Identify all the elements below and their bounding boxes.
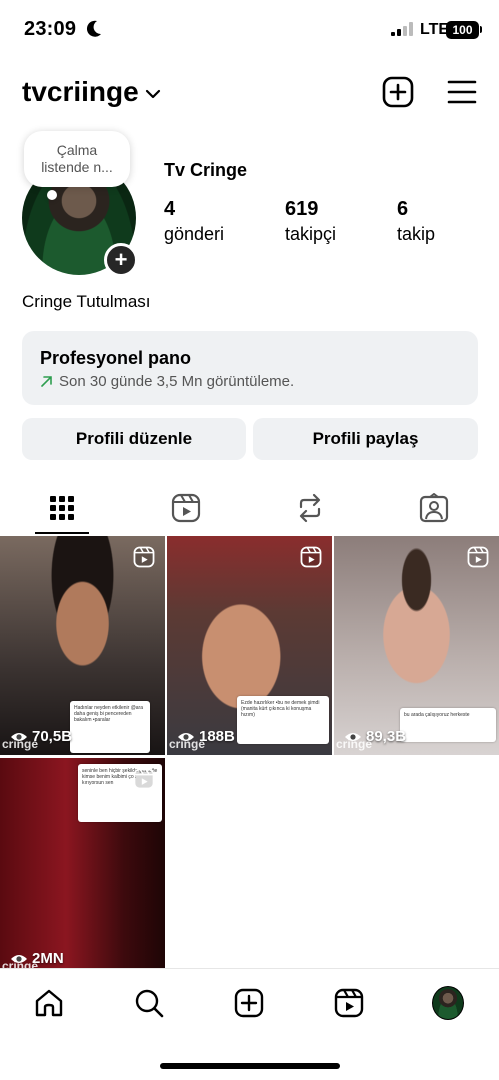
- network-type: LTE: [420, 21, 450, 38]
- nav-home[interactable]: [33, 987, 65, 1019]
- reel-icon: [300, 546, 322, 568]
- pro-dashboard-title: Profesyonel pano: [40, 348, 192, 368]
- pro-dashboard-subtitle: Son 30 günde 3,5 Mn görüntüleme.: [40, 373, 294, 390]
- watermark: cringe: [336, 737, 373, 751]
- active-tab-indicator: [35, 532, 89, 534]
- chevron-down-icon: [145, 89, 160, 99]
- tab-tagged[interactable]: [372, 482, 496, 534]
- edit-profile-button[interactable]: Profili düzenle: [22, 418, 246, 460]
- status-time: 23:09: [24, 18, 77, 40]
- watermark: cringe: [2, 737, 39, 751]
- nav-create[interactable]: [233, 987, 265, 1019]
- reposts-icon: [299, 493, 321, 523]
- tagged-icon: [419, 493, 449, 523]
- signal-icon: [391, 22, 413, 36]
- username: tvcriinge: [22, 76, 139, 107]
- post-caption: bu arada çalışıyoruz herkeste: [404, 712, 470, 718]
- status-bar: 23:09 LTE 100: [0, 0, 499, 60]
- professional-dashboard-card[interactable]: Profesyonel pano Son 30 günde 3,5 Mn gör…: [22, 331, 478, 405]
- tab-reposts[interactable]: [248, 482, 372, 534]
- reel-icon: [133, 546, 155, 568]
- reels-icon: [334, 988, 364, 1018]
- create-icon: [234, 988, 264, 1018]
- stat-followers-label: takipçi: [285, 224, 337, 244]
- create-post-icon[interactable]: [382, 76, 414, 108]
- note-bubble[interactable]: Çalma listende n...: [24, 131, 130, 187]
- post-thumbnail[interactable]: bu arada çalışıyoruz herkeste 89,3B crin…: [334, 536, 499, 755]
- profile-tabs: [0, 482, 499, 536]
- stat-posts-label: gönderi: [164, 224, 225, 244]
- battery-level: 100: [452, 23, 473, 37]
- note-bubble-tail: [47, 190, 57, 200]
- caption-card: bu arada çalışıyoruz herkeste: [400, 708, 496, 742]
- profile-avatar: [432, 986, 464, 1020]
- stat-posts-count: 4: [164, 198, 176, 220]
- watermark: cringe: [169, 737, 206, 751]
- trend-up-icon: [41, 376, 52, 387]
- caption-card: Hadınlar neyden etkilenir @ara daha geni…: [70, 701, 150, 753]
- stat-followers-count: 619: [285, 198, 319, 220]
- stat-posts[interactable]: 4 gönderi: [164, 198, 224, 245]
- post-caption: Hadınlar neyden etkilenir @ara daha geni…: [74, 705, 144, 723]
- stat-following[interactable]: 6 takip: [397, 198, 435, 245]
- home-icon: [35, 989, 63, 1017]
- menu-icon[interactable]: [447, 78, 477, 106]
- pro-dashboard-subtitle-text: Son 30 günde 3,5 Mn görüntüleme.: [59, 373, 295, 390]
- battery-icon: 100: [446, 21, 479, 39]
- post-thumbnail[interactable]: Hadınlar neyden etkilenir @ara daha geni…: [0, 536, 165, 755]
- home-indicator: [160, 1063, 340, 1069]
- tab-reels[interactable]: [124, 482, 248, 534]
- nav-profile[interactable]: [432, 986, 464, 1020]
- search-icon: [135, 989, 164, 1018]
- moon-icon: [86, 20, 101, 37]
- post-thumbnail[interactable]: seninle ben hiçbir şekilde gerçeğe kimse…: [0, 758, 165, 977]
- nav-search[interactable]: [133, 987, 165, 1019]
- share-profile-button[interactable]: Profili paylaş: [253, 418, 478, 460]
- display-name: Tv Cringe: [164, 160, 248, 180]
- tab-posts-grid[interactable]: [0, 482, 124, 534]
- post-caption: Ezde hazırlıker •bu ne demek şimdi (mani…: [241, 700, 320, 718]
- stat-followers[interactable]: 619 takipçi: [285, 198, 336, 245]
- stat-following-count: 6: [397, 198, 409, 220]
- nav-reels[interactable]: [333, 987, 365, 1019]
- reel-icon: [467, 546, 489, 568]
- note-text: Çalma listende n...: [41, 142, 113, 175]
- battery-tip: [480, 26, 482, 33]
- username-switcher[interactable]: tvcriinge: [22, 76, 161, 108]
- stat-following-label: takip: [397, 224, 436, 244]
- post-thumbnail[interactable]: Ezde hazırlıker •bu ne demek şimdi (mani…: [167, 536, 332, 755]
- add-story-icon[interactable]: +: [104, 243, 138, 277]
- reels-icon: [171, 493, 201, 523]
- grid-icon: [50, 496, 74, 520]
- bio: Cringe Tutulması: [22, 292, 151, 311]
- reel-icon: [133, 768, 155, 790]
- caption-card: Ezde hazırlıker •bu ne demek şimdi (mani…: [237, 696, 329, 744]
